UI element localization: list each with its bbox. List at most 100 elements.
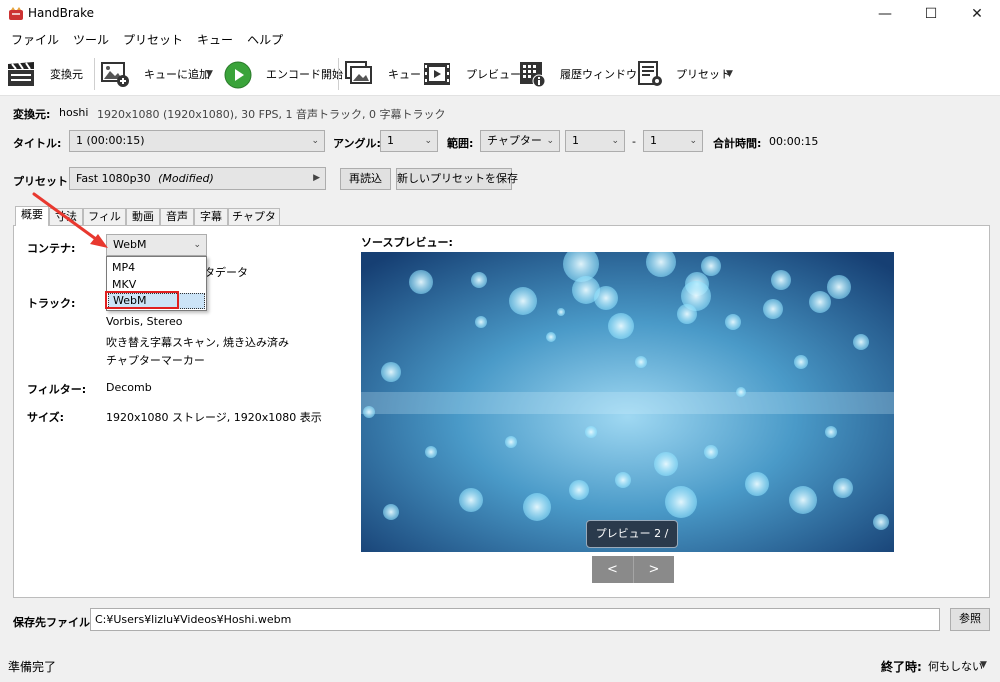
- add-to-queue-label: キューに追加: [144, 68, 210, 81]
- chevron-down-icon: ⌄: [193, 240, 201, 250]
- title-select-value: 1 (00:00:15): [76, 134, 145, 147]
- play-icon: [224, 61, 252, 89]
- preview-next-button[interactable]: >: [633, 556, 674, 583]
- toolbar: 変換元 キューに追加 ▼ エンコード開始 キュー プレビュー 履歴ウィンドウ プ…: [0, 52, 1000, 96]
- source-info-label: 変換元:: [13, 108, 51, 121]
- preview-image: [361, 252, 894, 552]
- title-select[interactable]: 1 (00:00:15) ⌄: [69, 130, 325, 152]
- filters-value: Decomb: [106, 381, 152, 394]
- menu-help[interactable]: ヘルプ: [240, 28, 290, 52]
- chevron-down-icon: ⌄: [546, 136, 554, 146]
- track-subtitles: 吹き替え字幕スキャン, 焼き込み済み: [106, 336, 289, 349]
- source-label: 変換元: [50, 68, 83, 81]
- menu-file[interactable]: ファイル: [4, 28, 66, 52]
- preset-modified-flag: (Modified): [158, 172, 214, 185]
- menu-tools[interactable]: ツール: [66, 28, 116, 52]
- preset-name: Fast 1080p30: [76, 172, 151, 185]
- tab-chapters[interactable]: チャプター: [228, 208, 280, 239]
- when-done-select[interactable]: 何もしない ▼: [928, 656, 992, 676]
- preset-selector[interactable]: Fast 1080p30 (Modified) ▶: [69, 167, 326, 190]
- toolbar-separator: [94, 58, 95, 90]
- tab-subtitles[interactable]: 字幕: [194, 208, 228, 226]
- tab-video[interactable]: 動画: [126, 208, 160, 226]
- angle-select-value: 1: [387, 134, 394, 147]
- window-title: HandBrake: [28, 6, 95, 20]
- size-value: 1920x1080 ストレージ, 1920x1080 表示: [106, 411, 322, 424]
- preset-label: プリセット:: [13, 175, 73, 188]
- chevron-right-icon: ▶: [313, 173, 320, 183]
- menu-presets[interactable]: プリセット: [116, 28, 190, 52]
- angle-select[interactable]: 1 ⌄: [380, 130, 438, 152]
- range-start-select[interactable]: 1 ⌄: [565, 130, 625, 152]
- title-bar: HandBrake — ☐ ✕: [0, 0, 1000, 28]
- title-label: タイトル:: [13, 137, 62, 150]
- container-option-mp4[interactable]: MP4: [112, 261, 135, 274]
- presets-button[interactable]: プリセット ▼: [634, 56, 738, 92]
- duration-value: 00:00:15: [769, 135, 819, 148]
- source-name: hoshi: [59, 106, 89, 119]
- range-start-value: 1: [572, 134, 579, 147]
- start-encode-button[interactable]: エンコード開始: [222, 56, 343, 92]
- menu-bar: ファイル ツール プリセット キュー ヘルプ: [0, 28, 1000, 52]
- maximize-button[interactable]: ☐: [908, 0, 954, 28]
- add-to-queue-button[interactable]: キューに追加 ▼: [98, 56, 218, 92]
- container-option-mkv[interactable]: MKV: [112, 278, 136, 291]
- track-audio: Vorbis, Stereo: [106, 315, 183, 328]
- preview-prev-button[interactable]: <: [592, 556, 633, 583]
- when-done-label: 終了時:: [881, 660, 922, 674]
- save-path-input[interactable]: C:¥Users¥lizlu¥Videos¥Hoshi.webm: [90, 608, 940, 631]
- range-end-select[interactable]: 1 ⌄: [643, 130, 703, 152]
- queue-button[interactable]: キュー: [342, 56, 421, 92]
- status-text: 準備完了: [8, 660, 57, 674]
- metadata-option-label: タデータ: [204, 266, 248, 279]
- size-label: サイズ:: [27, 411, 65, 424]
- chevron-down-icon[interactable]: ▼: [726, 69, 733, 79]
- when-done-value: 何もしない: [928, 660, 983, 673]
- angle-label: アングル:: [333, 137, 381, 150]
- menu-queue[interactable]: キュー: [190, 28, 240, 52]
- chevron-down-icon: ⌄: [424, 136, 432, 146]
- preset-settings-icon: [638, 61, 662, 86]
- toolbar-separator: [338, 58, 339, 90]
- preview-label: プレビュー: [466, 68, 521, 81]
- range-end-value: 1: [650, 134, 657, 147]
- queue-images-icon: [345, 61, 372, 84]
- container-select[interactable]: WebM ⌄: [106, 234, 207, 256]
- preview-counter: プレビュー 2 / 10: [586, 520, 678, 566]
- start-encode-label: エンコード開始: [266, 68, 343, 81]
- range-type-value: チャプター: [487, 134, 542, 147]
- presets-label: プリセット: [676, 68, 731, 81]
- status-bar: 準備完了 終了時: 何もしない ▼: [0, 650, 1000, 682]
- minimize-button[interactable]: —: [862, 0, 908, 28]
- chevron-down-icon: ⌄: [611, 136, 619, 146]
- duration-label: 合計時間:: [713, 137, 762, 150]
- filters-label: フィルター:: [27, 383, 87, 396]
- chevron-down-icon[interactable]: ▼: [206, 69, 213, 79]
- track-chapters: チャプターマーカー: [106, 354, 205, 367]
- source-preview-label: ソースプレビュー:: [361, 236, 453, 249]
- range-type-select[interactable]: チャプター ⌄: [480, 130, 560, 152]
- close-button[interactable]: ✕: [954, 0, 1000, 28]
- film-preview-icon: [424, 63, 450, 85]
- activity-window-label: 履歴ウィンドウ: [560, 68, 637, 81]
- source-details: 1920x1080 (1920x1080), 30 FPS, 1 音声トラック,…: [97, 108, 446, 121]
- handbrake-logo-icon: [9, 7, 23, 20]
- source-button[interactable]: 変換元: [4, 56, 88, 92]
- activity-window-button[interactable]: 履歴ウィンドウ: [516, 56, 637, 92]
- highlight-box: [105, 291, 179, 309]
- preview-button[interactable]: プレビュー: [420, 56, 521, 92]
- reload-button[interactable]: 再読込: [340, 168, 391, 190]
- add-image-icon: [101, 62, 129, 87]
- chevron-down-icon: ⌄: [689, 136, 697, 146]
- chevron-down-icon: ▼: [980, 660, 987, 670]
- range-separator: -: [632, 135, 636, 148]
- tracks-label: トラック:: [27, 297, 76, 310]
- tab-audio[interactable]: 音声: [160, 208, 194, 226]
- browse-button[interactable]: 参照: [950, 608, 990, 631]
- activity-log-icon: [520, 62, 546, 88]
- range-label: 範囲:: [447, 137, 474, 150]
- save-new-preset-button[interactable]: 新しいプリセットを保存: [396, 168, 518, 190]
- chevron-down-icon: ⌄: [311, 136, 319, 146]
- bokeh-image: [361, 252, 894, 552]
- annotation-arrow-icon: [32, 192, 108, 248]
